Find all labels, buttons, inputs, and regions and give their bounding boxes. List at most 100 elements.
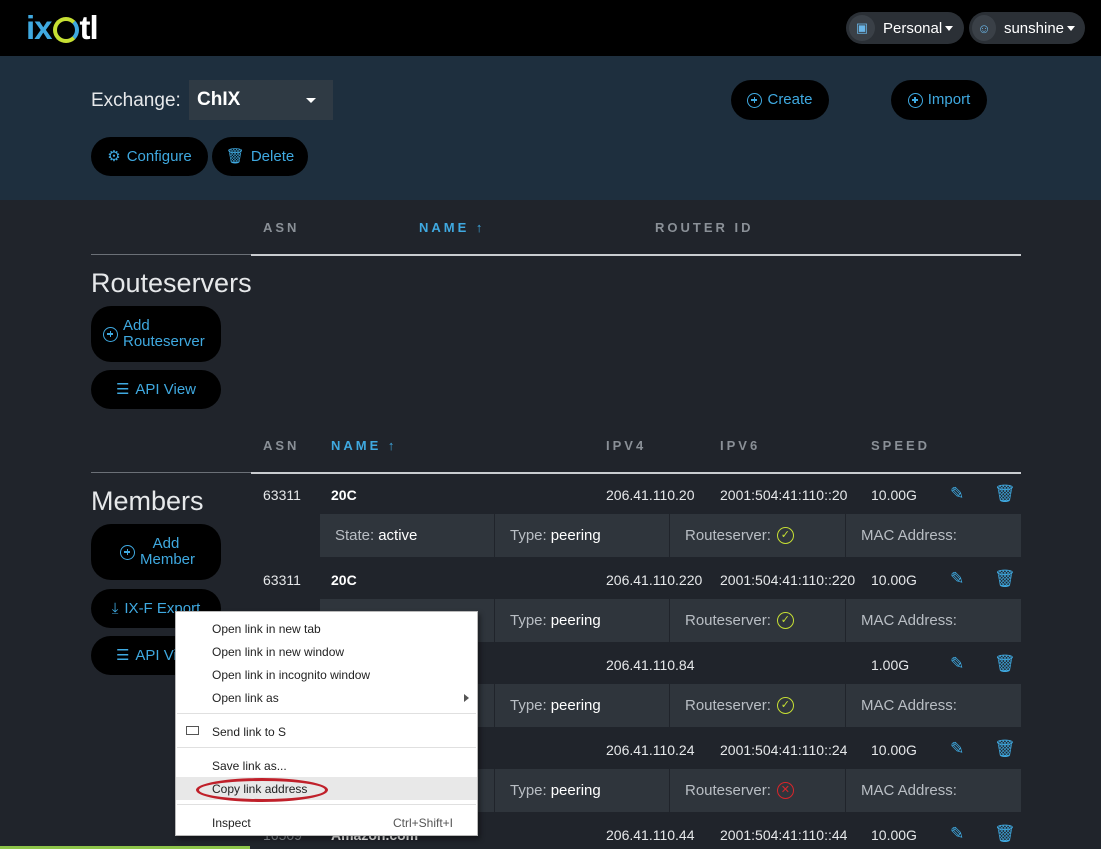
member-ipv4: 206.41.110.220 [606,572,703,588]
add-member-button[interactable]: Add Member [91,524,221,580]
org-dropdown[interactable]: ▣ Personal [846,12,964,44]
user-dropdown[interactable]: ☺ sunshine [969,12,1085,44]
mac-cell: MAC Address: [846,514,1021,557]
member-speed: 10.00G [871,827,917,843]
type-label: Type: [510,782,547,799]
red-annotation-circle [196,778,328,802]
ixctl-logo[interactable]: ix tl [26,9,99,46]
ctx-save-link-as[interactable]: Save link as... [176,754,477,777]
gear-icon: ⚙ [107,147,121,165]
exchange-select[interactable]: ChIX [189,80,333,120]
import-button[interactable]: Import [891,80,987,120]
pencil-icon[interactable]: ✎ [950,569,964,589]
type-label: Type: [510,527,547,544]
exchange-selected-value: ChIX [197,89,241,110]
members-header-asn[interactable]: ASN [263,438,299,453]
member-ipv4: 206.41.110.20 [606,487,695,503]
state-cell: State: active [320,514,495,557]
rs-header-asn[interactable]: ASN [263,220,299,235]
ctx-separator [177,747,476,748]
trash-icon[interactable]: 🗑 [994,569,1016,589]
plus-circle-icon [747,92,763,108]
member-speed: 10.00G [871,487,917,503]
trash-icon[interactable]: 🗑 [994,739,1016,759]
ctx-open-new-tab[interactable]: Open link in new tab [176,617,477,640]
members-header-name[interactable]: NAME ↑ [331,438,397,453]
members-header-speed[interactable]: SPEED [871,438,930,453]
add-member-label: Add Member [140,535,196,568]
list-icon: ☰ [115,646,130,664]
ctx-inspect[interactable]: Inspect Ctrl+Shift+I [176,811,477,834]
create-button[interactable]: Create [731,80,829,120]
configure-button[interactable]: ⚙ Configure [91,137,208,176]
trash-icon[interactable]: 🗑 [994,824,1016,844]
member-asn: 63311 [263,572,301,588]
pencil-icon[interactable]: ✎ [950,824,964,844]
pencil-icon[interactable]: ✎ [950,739,964,759]
type-value: peering [550,527,601,544]
type-cell: Type: peering [495,684,670,727]
member-name: 20C [331,487,357,503]
ctx-separator [177,713,476,714]
members-header-ipv4[interactable]: IPV4 [606,438,646,453]
check-circle-icon: ✓ [776,527,794,544]
routeservers-title: Routeservers [91,268,252,298]
trash-icon[interactable]: 🗑 [994,654,1016,674]
trash-icon: 🗑 [225,147,245,165]
type-value: peering [550,697,601,714]
plus-circle-icon [103,326,118,342]
routeserver-label: Routeserver: [685,612,771,629]
type-cell: Type: peering [495,514,670,557]
rs-header-name[interactable]: NAME ↑ [419,220,485,235]
mac-label: MAC Address: [861,697,957,714]
member-asn: 63311 [263,487,301,503]
org-label: Personal [883,19,943,37]
devices-icon [186,726,199,735]
ctx-send-to-device[interactable]: Send link to S [176,720,477,743]
add-routeserver-button[interactable]: Add Routeserver [91,306,221,362]
member-speed: 1.00G [871,657,910,673]
ctx-open-new-window[interactable]: Open link in new window [176,640,477,663]
routeserver-cell: Routeserver: ✓ [670,514,846,557]
member-speed: 10.00G [871,742,917,758]
member-speed: 10.00G [871,572,917,588]
logo-c-ring-icon [52,17,79,43]
type-value: peering [550,782,601,799]
member-name: 20C [331,572,357,588]
rs-header-router-id[interactable]: ROUTER ID [655,220,754,235]
configure-label: Configure [126,147,192,165]
member-ipv4: 206.41.110.84 [606,657,695,673]
top-navbar: ix tl ▣ Personal ☺ sunshine [0,0,1101,56]
routeserver-label: Routeserver: [685,527,771,544]
mac-cell: MAC Address: [846,769,1021,812]
ctx-open-as-label: Open link as [212,690,279,705]
trash-icon[interactable]: 🗑 [994,484,1016,504]
list-icon: ☰ [115,380,130,398]
rs-left-divider [91,254,251,255]
caret-down-icon [306,98,316,103]
x-circle-icon: ✕ [776,782,794,799]
routeserver-api-view-button[interactable]: ☰ API View [91,370,221,409]
ctx-separator [177,804,476,805]
context-menu: Open link in new tab Open link in new wi… [175,611,478,836]
pencil-icon[interactable]: ✎ [950,654,964,674]
ctx-open-as[interactable]: Open link as [176,686,477,709]
pencil-icon[interactable]: ✎ [950,484,964,504]
type-label: Type: [510,697,547,714]
rs-header-divider [251,254,1021,256]
create-label: Create [767,91,813,108]
delete-exchange-button[interactable]: 🗑 Delete [212,137,308,176]
user-label: sunshine [1003,19,1064,37]
mac-cell: MAC Address: [846,684,1021,727]
ctx-open-incognito[interactable]: Open link in incognito window [176,663,477,686]
user-icon: ☺ [972,15,996,41]
delete-label: Delete [250,147,295,165]
routeserver-cell: Routeserver: ✓ [670,684,846,727]
mac-label: MAC Address: [861,612,957,629]
member-ipv6: 2001:504:41:110::20 [720,487,848,503]
type-label: Type: [510,612,547,629]
routeserver-label: Routeserver: [685,697,771,714]
member-ipv6: 2001:504:41:110::220 [720,572,856,588]
check-circle-icon: ✓ [776,697,794,714]
members-header-ipv6[interactable]: IPV6 [720,438,760,453]
